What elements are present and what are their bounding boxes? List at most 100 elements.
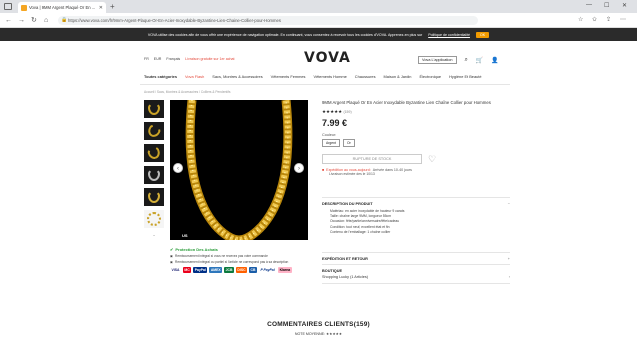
option-gold[interactable]: Or [343,138,355,147]
color-label: Couleur: [322,132,337,137]
product-info: 9MM Argent Plaqué Or En Acier Inoxydable… [322,100,512,176]
browser-tab-bar: Vova | 9MM Argent Plaqué Or En ... ✕ + —… [0,0,637,13]
language-select[interactable]: Français [166,57,180,61]
thumbnail-6[interactable] [144,210,164,228]
discover-logo: DISC [235,266,248,273]
tab-actions-icon[interactable] [4,3,12,10]
cookie-accept-button[interactable]: OK [475,31,490,38]
cb-logo: CB [249,266,257,273]
rating[interactable]: ★★★★★ (159) [322,109,512,115]
nav-shoes[interactable]: Chaussures [355,74,376,79]
nav-bags-watches[interactable]: Sacs, Montres & Accessoires [212,74,262,79]
thumbnail-1[interactable] [144,100,164,118]
home-icon[interactable]: ⌂ [44,16,48,25]
search-icon[interactable]: ⌕ [465,57,468,64]
url-field[interactable]: 🔒 https://www.vova.com/fr/9mm-Argent-Pla… [58,16,478,25]
wishlist-heart-icon[interactable]: ♡ [428,154,436,164]
reading-view-icon[interactable]: ☆ [578,17,583,24]
favorites-icon[interactable]: ✩ [592,17,597,24]
vova-logo[interactable]: VOVA [304,50,351,66]
payment-methods: VISA MC PayPal AMEX JCB DISC CB P PayPal… [170,266,300,273]
address-bar-row: ← → ↻ ⌂ 🔒 https://www.vova.com/fr/9mm-Ar… [0,13,637,28]
lock-icon: 🔒 [61,17,68,23]
purchase-row: RUPTURE DE STOCK ♡ [322,153,512,164]
out-of-stock-button[interactable]: RUPTURE DE STOCK [322,153,422,164]
protection-row: ▣ Remboursement intégral ou partiel si l'… [170,260,310,264]
tab-title: Vova | 9MM Argent Plaqué Or En ... [29,5,96,10]
country-select[interactable]: FR [144,57,149,61]
cart-icon[interactable]: 🛒 [476,57,483,64]
product-price: 7.99 € [322,117,348,128]
nav-all-categories[interactable]: Toutes catégories [144,74,177,79]
share-icon[interactable]: ⇪ [606,17,611,24]
cookie-text: VOVA utilise des cookies afin de vous of… [147,32,423,37]
chevron-down-icon[interactable]: ⌄ [144,232,164,237]
thumbnail-4[interactable] [144,166,164,184]
nav-vova-flash[interactable]: Vova Flash [185,74,204,79]
next-image-button[interactable]: › [294,163,304,173]
app-button[interactable]: Vova L'application [418,56,457,64]
nav-beauty[interactable]: Hygiène Et Beauté [449,74,481,79]
rating-stars: ★★★★★ [322,108,343,114]
back-icon[interactable]: ← [5,16,12,25]
average-rating: NOTE MOYENNE: ★★★★★ [0,332,637,336]
maximize-icon[interactable]: ☐ [604,2,609,9]
visa-logo: VISA [171,267,180,272]
browser-tab[interactable]: Vova | 9MM Argent Plaqué Or En ... ✕ [18,2,106,13]
shop-link[interactable]: Shopping Lucky (1 Articles) › [322,273,510,279]
header-actions: Vova L'application ⌕ 🛒 👤 [418,56,499,64]
nav-home-garden[interactable]: Maison & Jardin [384,74,412,79]
shop-heading: BOUTIQUE [322,269,343,273]
expedition-section: EXPÉDITION ET RETOUR + [322,252,510,264]
description-toggle[interactable]: DESCRIPTION DU PRODUIT − [322,198,510,206]
average-rating-label: NOTE MOYENNE: [294,332,326,336]
description-line: Contenu de l'emballage: 1 chaîne collier [330,229,391,234]
protection-heading: ✔ Protection Des Achats [170,247,310,252]
rating-count: (159) [343,109,352,114]
plus-icon: + [507,257,510,261]
check-icon: ▣ [170,259,174,264]
average-rating-stars: ★★★★★ [326,332,343,336]
privacy-link[interactable]: Politique de confidentialité [428,33,470,37]
close-window-icon[interactable]: ✕ [622,2,627,9]
nav-women[interactable]: Vêtements Femmes [271,74,306,79]
new-tab-icon[interactable]: + [110,2,115,11]
free-shipping-promo[interactable]: Livraison gratuite sur 1er achat [185,57,234,61]
user-icon[interactable]: 👤 [491,57,498,64]
refresh-icon[interactable]: ↻ [31,16,37,25]
prev-image-button[interactable]: ‹ [173,163,183,173]
minus-icon: − [507,202,510,206]
breadcrumb[interactable]: Accueil / Sacs, Montres & Accessoires / … [144,90,230,94]
reviews-section: COMMENTAIRES CLIENTS(159) NOTE MOYENNE: … [0,321,637,336]
description-section: DESCRIPTION DU PRODUIT − Matériau: en ac… [322,197,510,253]
shipping-label: Expédition au vous-aujourd: [326,167,371,172]
expedition-toggle[interactable]: EXPÉDITION ET RETOUR + [322,253,510,261]
description-body: Matériau: en acier inoxydable de hauteur… [322,206,510,235]
thumbnail-2[interactable] [144,122,164,140]
category-nav: Toutes catégories Vova Flash Sacs, Montr… [144,74,482,79]
product-title: 9MM Argent Plaqué Or En Acier Inoxydable… [322,100,491,105]
vova-favicon-icon [21,4,27,11]
shop-section: BOUTIQUE Shopping Lucky (1 Articles) › [322,264,510,284]
more-icon[interactable]: ⋯ [620,17,626,24]
nav-men[interactable]: Vêtements Homme [313,74,346,79]
forward-icon[interactable]: → [18,16,25,25]
nav-electronics[interactable]: Électronique [419,74,441,79]
protection-title: Protection Des Achats [175,247,218,252]
header-divider [140,84,510,85]
option-silver[interactable]: Argent [322,138,340,147]
shield-icon: ✔ [170,247,174,252]
protection-row-text: Remboursement intégral si vous ne receve… [175,254,268,258]
paypal-logo: P PayPal [260,267,275,272]
chevron-right-icon: › [508,275,510,279]
reviews-title: COMMENTAIRES CLIENTS(159) [267,321,370,328]
close-tab-icon[interactable]: ✕ [99,5,103,11]
thumbnail-3[interactable] [144,144,164,162]
thumbnail-5[interactable] [144,188,164,206]
mastercard-logo: MC [182,266,192,273]
currency-select[interactable]: EUR [154,57,162,61]
color-options: Argent Or [322,138,512,147]
minimize-icon[interactable]: — [586,2,592,8]
description-heading: DESCRIPTION DU PRODUIT [322,202,373,206]
main-product-image[interactable] [170,100,308,240]
